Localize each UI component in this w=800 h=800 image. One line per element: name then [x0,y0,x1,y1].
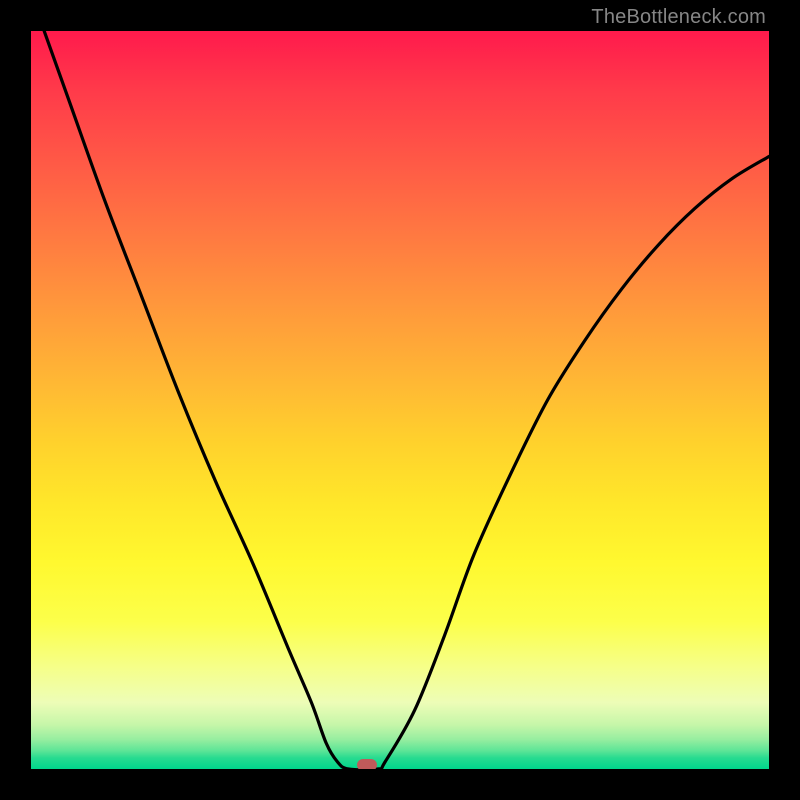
optimal-point-marker [357,759,377,769]
bottleneck-curve [31,31,769,769]
watermark-text: TheBottleneck.com [591,6,766,29]
chart-canvas: TheBottleneck.com [0,0,800,800]
plot-area [31,31,769,769]
